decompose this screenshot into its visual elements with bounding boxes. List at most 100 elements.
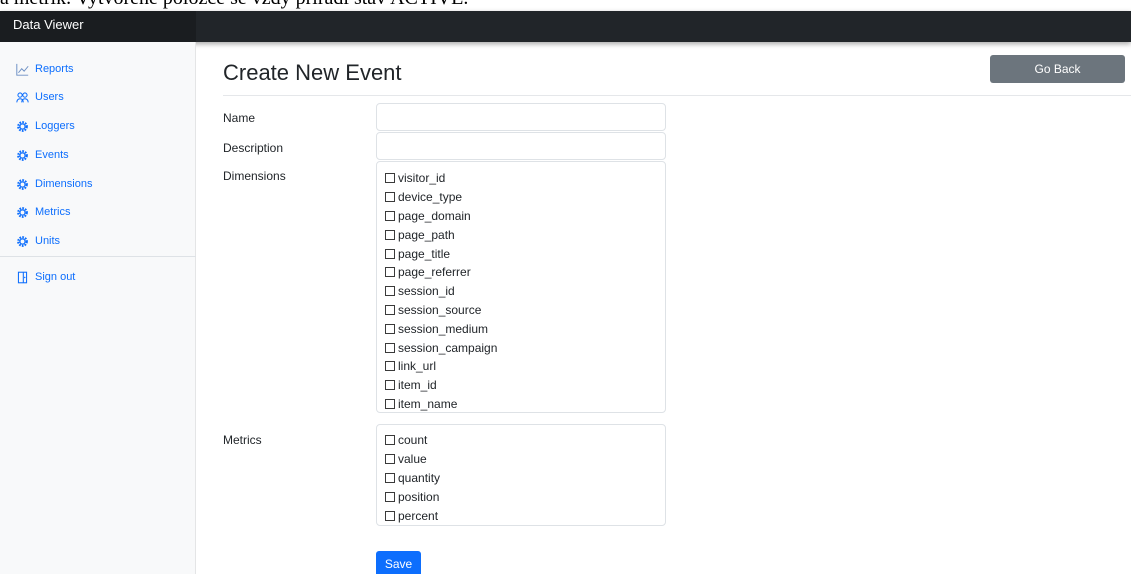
checkbox[interactable] [385,491,395,502]
gear-icon [16,149,29,162]
chart-line-icon [16,63,29,76]
name-field-wrapper [376,103,666,131]
sidebar-item-loggers[interactable]: Loggers [16,116,75,136]
sidebar-item-events[interactable]: Events [16,145,69,165]
checkbox[interactable] [385,472,395,483]
checkbox-label: item_id [398,378,437,393]
users-icon [16,91,29,104]
checkbox-row[interactable]: session_medium [385,319,665,338]
checkbox-row[interactable]: page_domain [385,207,665,226]
sign-out-icon [16,271,29,284]
app-title[interactable]: Data Viewer [13,17,84,32]
checkbox-row[interactable]: count [385,431,665,450]
checkbox-label: page_title [398,246,451,261]
checkbox-label: page_referrer [398,265,471,280]
checkbox-row[interactable]: item_name [385,395,665,414]
save-button[interactable]: Save [376,551,421,574]
checkbox[interactable] [385,210,395,221]
checkbox[interactable] [385,454,395,465]
checkbox-row[interactable]: percent [385,506,665,525]
checkbox-row[interactable]: value [385,450,665,469]
checkbox[interactable] [385,192,395,203]
checkbox-label: session_medium [398,321,489,336]
sidebar-item-label: Reports [35,63,74,75]
checkbox[interactable] [385,361,395,372]
checkbox-label: link_url [398,359,437,374]
dimensions-checklist: visitor_id device_type page_domain page_… [376,161,666,413]
name-input[interactable] [377,104,665,130]
checkbox-label: session_id [398,284,455,299]
checkbox-row[interactable]: position [385,487,665,506]
checkbox-row[interactable]: session_campaign [385,338,665,357]
gear-icon [16,178,29,191]
checkbox[interactable] [385,229,395,240]
name-label: Name [223,111,256,125]
sidebar-item-label: Loggers [35,120,75,132]
main-content: Create New Event Go Back Name Descriptio… [196,42,1131,574]
checkbox[interactable] [385,398,395,409]
sidebar-divider [0,256,196,257]
checkbox-row[interactable]: visitor_id [385,169,665,188]
checkbox-row[interactable]: session_source [385,301,665,320]
document-text-fragment: a metrik. Vytvořené položce se vždy přiř… [0,0,1131,11]
title-divider [223,95,1131,96]
checkbox-label: count [398,433,428,448]
gear-icon [16,120,29,133]
sidebar-item-label: Metrics [35,206,71,218]
sidebar-item-label: Events [35,149,69,161]
checkbox[interactable] [385,342,395,353]
checkbox[interactable] [385,286,395,297]
checkbox-label: item_name [398,396,458,411]
checkbox-label: device_type [398,190,463,205]
sidebar-item-dimensions[interactable]: Dimensions [16,174,92,194]
checkbox-label: page_path [398,227,455,242]
description-field-wrapper [376,132,666,160]
app-brand[interactable]: Data Viewer [0,11,196,42]
sidebar-item-label: Sign out [35,271,76,283]
checkbox-label: percent [398,508,439,523]
checkbox[interactable] [385,435,395,446]
metrics-label: Metrics [223,433,262,447]
top-navbar: Data Viewer [0,11,1131,42]
description-label: Description [223,141,284,155]
sidebar-item-sign-out[interactable]: Sign out [16,267,75,287]
checkbox-label: value [398,452,427,467]
gear-icon [16,206,29,219]
checkbox[interactable] [385,267,395,278]
checkbox-row[interactable]: link_url [385,357,665,376]
checkbox-row[interactable]: device_type [385,188,665,207]
sidebar: Reports Users Loggers Events Dimensions … [0,42,196,574]
sidebar-item-units[interactable]: Units [16,231,60,251]
sidebar-item-label: Users [35,91,64,103]
checkbox-row[interactable]: page_path [385,225,665,244]
checkbox-label: position [398,489,440,504]
checkbox[interactable] [385,248,395,259]
checkbox-label: session_campaign [398,340,498,355]
sidebar-item-label: Dimensions [35,178,93,190]
checkbox-label: visitor_id [398,171,446,186]
checkbox-row[interactable]: item_id [385,376,665,395]
checkbox[interactable] [385,510,395,521]
gear-icon [16,235,29,248]
checkbox[interactable] [385,173,395,184]
checkbox-row[interactable]: quantity [385,469,665,488]
sidebar-item-reports[interactable]: Reports [16,59,74,79]
sidebar-item-users[interactable]: Users [16,87,64,107]
checkbox-label: session_source [398,302,482,317]
checkbox[interactable] [385,380,395,391]
checkbox-label: page_domain [398,208,471,223]
checkbox-row[interactable]: page_title [385,244,665,263]
document-text: a metrik. Vytvořené položce se vždy přiř… [0,0,468,10]
sidebar-item-metrics[interactable]: Metrics [16,202,70,222]
dimensions-label: Dimensions [223,169,286,183]
checkbox[interactable] [385,304,395,315]
checkbox-label: quantity [398,470,441,485]
checkbox[interactable] [385,323,395,334]
page-title: Create New Event [223,60,402,85]
sidebar-item-label: Units [35,235,61,247]
description-input[interactable] [377,133,665,159]
checkbox-row[interactable]: page_referrer [385,263,665,282]
metrics-checklist: count value quantity position percent [376,424,666,526]
checkbox-row[interactable]: session_id [385,282,665,301]
go-back-button[interactable]: Go Back [990,55,1125,83]
